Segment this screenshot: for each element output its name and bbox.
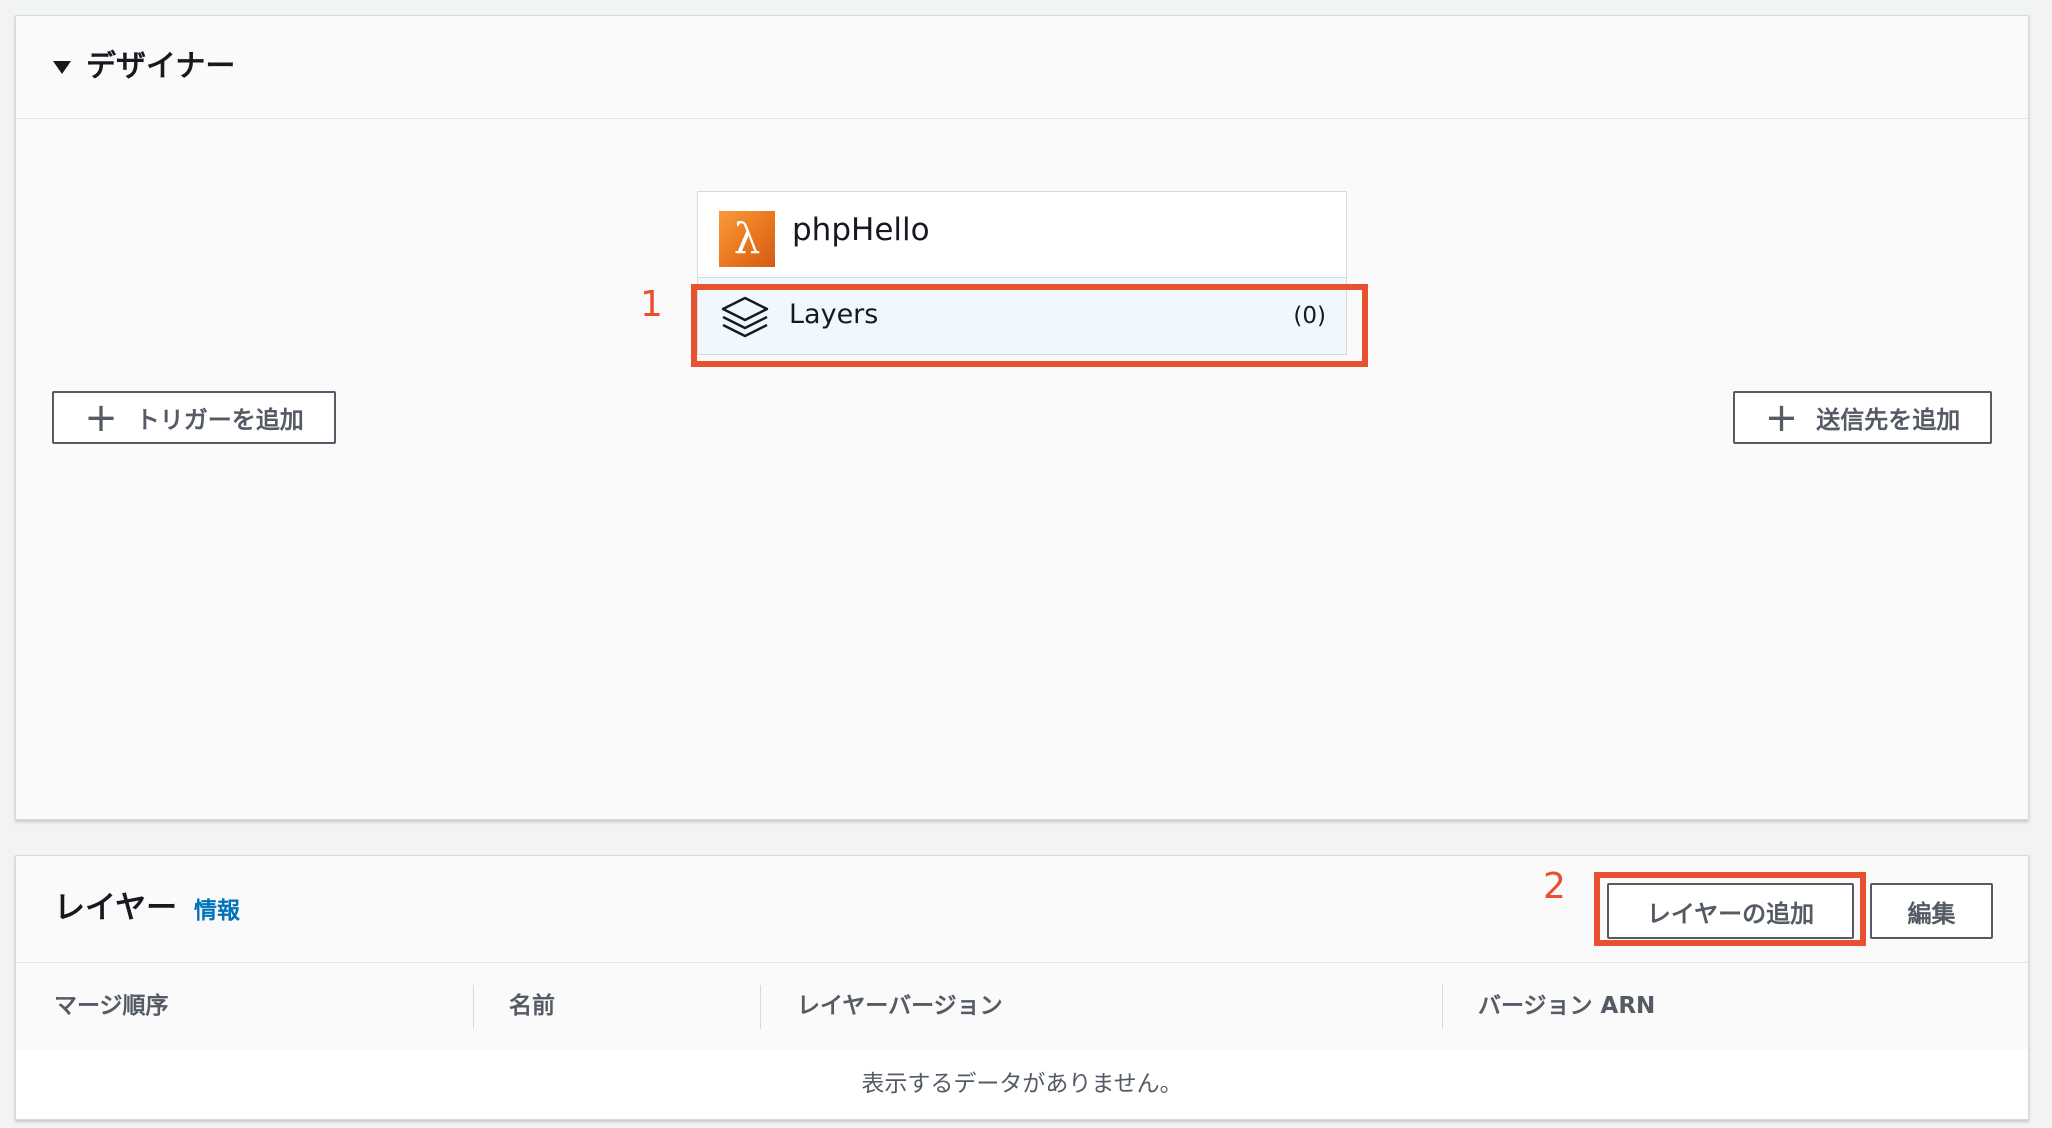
annotation-number-2: 2 [1543,866,1566,907]
column-layer-version[interactable]: レイヤーバージョン [797,963,1003,1050]
add-trigger-button[interactable]: + トリガーを追加 [52,391,336,444]
info-link[interactable]: 情報 [194,895,240,927]
layers-title: レイヤー [54,890,178,926]
column-divider[interactable] [760,985,761,1029]
column-divider[interactable] [473,985,474,1029]
column-name[interactable]: 名前 [509,963,555,1050]
designer-canvas: λ phpHello Layers (0) 1 + トリガーを追加 + 送信先を… [16,119,2028,819]
empty-message: 表示するデータがありません。 [861,1071,1183,1097]
designer-panel: デザイナー λ phpHello Layers (0) 1 + トリガーを追加 … [15,15,2029,820]
column-version-arn[interactable]: バージョン ARN [1478,963,1655,1050]
layers-table-header: マージ順序 名前 レイヤーバージョン バージョン ARN [16,962,2028,1051]
caret-down-icon[interactable] [53,61,71,74]
plus-icon: + [1764,394,1799,441]
add-layer-button[interactable]: レイヤーの追加 [1607,883,1854,939]
add-trigger-label: トリガーを追加 [135,406,304,434]
function-card[interactable]: λ phpHello [697,191,1347,277]
function-name: phpHello [792,212,930,248]
column-merge-order[interactable]: マージ順序 [54,963,169,1050]
plus-icon: + [84,394,118,441]
add-destination-label: 送信先を追加 [1816,406,1961,434]
layers-table-body: 表示するデータがありません。 [16,1050,2028,1119]
layers-panel: レイヤー 情報 2 レイヤーの追加 編集 マージ順序 名前 レイヤーバージョン … [15,855,2029,1120]
column-divider[interactable] [1442,985,1443,1029]
add-destination-button[interactable]: + 送信先を追加 [1733,391,1992,444]
lambda-icon: λ [719,211,775,267]
annotation-box-1 [691,284,1368,367]
designer-title: デザイナー [86,49,236,84]
annotation-number-1: 1 [640,284,663,325]
edit-button[interactable]: 編集 [1870,883,1993,939]
designer-header[interactable]: デザイナー [16,16,2028,119]
